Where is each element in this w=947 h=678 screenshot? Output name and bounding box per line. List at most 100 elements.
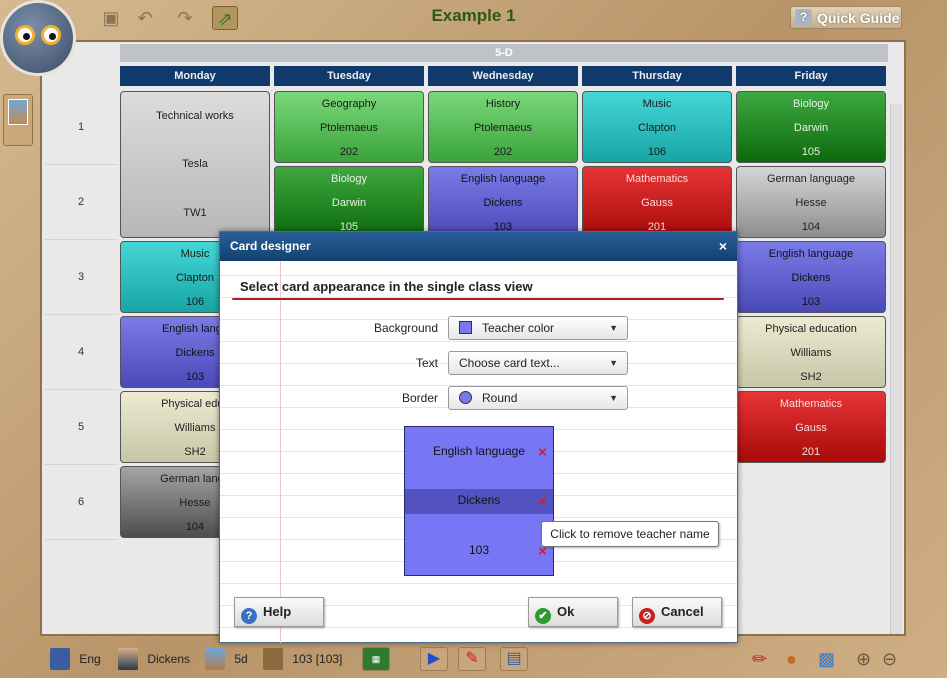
card-subject: Music — [642, 98, 672, 110]
zoom-out-icon[interactable]: ⊖ — [882, 648, 904, 670]
desk-icon — [263, 648, 283, 670]
card-room: 103 — [801, 296, 821, 308]
background-label: Background — [373, 321, 438, 335]
text-label: Text — [415, 356, 438, 370]
tools-icon[interactable]: ▩ — [818, 648, 848, 670]
status-room[interactable]: 103 [103] — [263, 648, 342, 670]
card-teacher: Gauss — [795, 422, 827, 434]
vertical-scrollbar[interactable] — [890, 104, 902, 634]
lesson-card[interactable]: Biology Darwin 105 — [274, 166, 424, 238]
class-icon — [205, 648, 225, 670]
period-number: 6 — [44, 465, 118, 540]
cancel-icon: ⊘ — [639, 608, 655, 624]
class-photo-icon — [8, 99, 28, 125]
lesson-card[interactable]: Music Clapton 106 — [582, 91, 732, 163]
lesson-card[interactable]: Biology Darwin 105 — [736, 91, 886, 163]
lesson-card[interactable]: English language Dickens 103 — [428, 166, 578, 238]
background-dropdown[interactable]: Teacher color ▼ — [448, 316, 628, 340]
help-icon: ? — [241, 608, 257, 624]
preview-subject: English language — [432, 444, 526, 458]
book-icon — [50, 648, 70, 670]
day-header-wednesday: Wednesday — [428, 66, 578, 86]
lesson-card[interactable]: Mathematics Gauss 201 — [582, 166, 732, 238]
card-room: 106 — [647, 146, 667, 158]
day-header-monday: Monday — [120, 66, 270, 86]
lesson-card[interactable]: Physical education Williams SH2 — [736, 316, 886, 388]
help-button[interactable]: ? Help — [234, 597, 324, 627]
status-teacher[interactable]: Dickens — [118, 648, 190, 670]
card-teacher: Dickens — [791, 272, 831, 284]
lesson-card[interactable]: History Ptolemaeus 202 — [428, 91, 578, 163]
lesson-card[interactable]: Technical works Tesla TW1 — [120, 91, 270, 238]
card-teacher: Darwin — [793, 122, 829, 134]
quick-guide-label: Quick Guide — [817, 10, 900, 26]
color-swatch-icon — [459, 321, 472, 334]
lesson-card[interactable]: English language Dickens 103 — [736, 241, 886, 313]
status-class[interactable]: 5d — [205, 648, 248, 670]
play-icon[interactable]: ▶ — [420, 647, 448, 671]
remove-subject-icon[interactable]: × — [536, 445, 549, 460]
chevron-down-icon: ▼ — [609, 393, 618, 403]
help-icon: ? — [795, 9, 812, 26]
owl-right-eye — [41, 25, 61, 45]
period-number: 5 — [44, 390, 118, 465]
owl-left-eye — [15, 25, 35, 45]
card-subject: English language — [460, 173, 546, 185]
card-subject: Mathematics — [779, 398, 843, 410]
ok-button[interactable]: ✔ Ok — [528, 597, 618, 627]
cancel-button[interactable]: ⊘ Cancel — [632, 597, 722, 627]
day-header-friday: Friday — [736, 66, 886, 86]
status-language[interactable]: Eng — [50, 648, 101, 670]
lesson-card[interactable]: Mathematics Gauss 201 — [736, 391, 886, 463]
text-dropdown[interactable]: Choose card text... ▼ — [448, 351, 628, 375]
ok-button-label: Ok — [557, 604, 575, 619]
card-room: 105 — [801, 146, 821, 158]
period-number: 1 — [44, 90, 118, 165]
quick-guide-button[interactable]: ? Quick Guide — [790, 6, 902, 29]
remove-teacher-icon[interactable]: × — [536, 494, 549, 509]
pin-icon[interactable]: ● — [786, 648, 808, 670]
card-subject: Physical education — [765, 323, 857, 335]
round-border-icon — [459, 391, 472, 404]
card-room: 201 — [801, 446, 821, 458]
card-subject: Biology — [330, 173, 368, 185]
pencil-icon[interactable]: ✏ — [752, 648, 774, 670]
border-dropdown[interactable]: Round ▼ — [448, 386, 628, 410]
card-teacher: Williams — [790, 347, 832, 359]
period-number: 4 — [44, 315, 118, 390]
preview-teacher: Dickens — [457, 493, 501, 507]
card-teacher: Ptolemaeus — [473, 122, 533, 134]
room-label: 103 [103] — [292, 652, 343, 666]
card-subject: Mathematics — [625, 173, 689, 185]
eraser-icon[interactable]: ✎ — [458, 647, 486, 671]
owl-logo[interactable] — [0, 0, 76, 76]
card-teacher: Clapton — [638, 122, 676, 134]
print-icon[interactable]: ▤ — [500, 647, 528, 671]
close-icon[interactable]: × — [719, 232, 727, 261]
tooltip: Click to remove teacher name — [541, 521, 719, 547]
day-header-thursday: Thursday — [582, 66, 732, 86]
help-button-label: Help — [263, 604, 292, 619]
day-header-tuesday: Tuesday — [274, 66, 424, 86]
class-view-icon[interactable] — [3, 94, 33, 146]
language-label: Eng — [79, 652, 101, 666]
chevron-down-icon: ▼ — [609, 358, 618, 368]
card-subject: Geography — [321, 98, 377, 110]
card-subject: German language — [766, 173, 856, 185]
cancel-button-label: Cancel — [661, 604, 704, 619]
border-value: Round — [482, 391, 518, 405]
card-room: SH2 — [800, 371, 822, 383]
notebook-margin-line — [280, 261, 281, 643]
chalkboard-icon[interactable]: ▦ — [362, 647, 390, 671]
card-designer-dialog: Card designer × Select card appearance i… — [219, 231, 738, 643]
card-room: 104 — [801, 221, 821, 233]
border-label: Border — [401, 391, 438, 405]
card-teacher: Hesse — [795, 197, 827, 209]
card-teacher: Gauss — [641, 197, 673, 209]
top-toolbar: ▣ ↶ ↷ ⇗ Example 1 ? Quick Guide — [0, 0, 947, 38]
lesson-card[interactable]: Geography Ptolemaeus 202 — [274, 91, 424, 163]
card-teacher: Tesla — [182, 158, 208, 170]
lesson-card[interactable]: German language Hesse 104 — [736, 166, 886, 238]
chevron-down-icon: ▼ — [609, 323, 618, 333]
zoom-in-icon[interactable]: ⊕ — [856, 648, 878, 670]
